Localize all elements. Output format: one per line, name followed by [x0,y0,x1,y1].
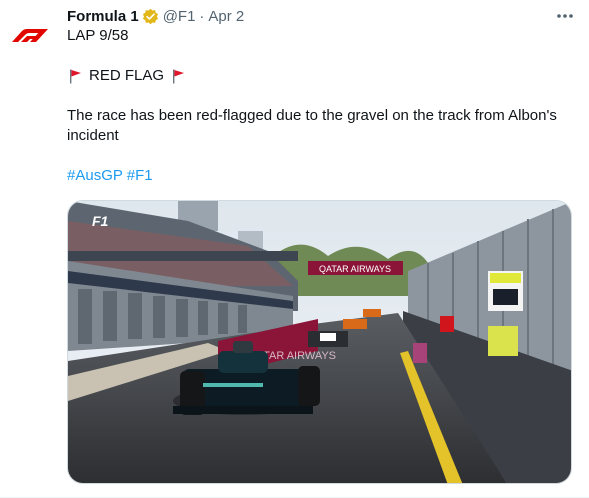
verified-badge-icon [142,8,158,24]
tweet-text-body: The race has been red-flagged due to the… [67,107,557,144]
red-flag-text: RED FLAG [89,67,165,84]
tweet-card[interactable]: Formula 1 @F1 · Apr 2 LAP 9/58 RED FLAG … [0,0,589,498]
hashtag-f1[interactable]: #F1 [127,167,153,184]
f1-logo-icon [12,29,48,42]
banner-text: QATAR AIRWAYS [319,264,391,274]
race-photo: QATAR AIRWAYS QATAR AIRWAYS F1 [68,201,571,483]
author-handle[interactable]: @F1 [163,8,196,25]
tweet-timestamp[interactable]: Apr 2 [208,8,244,25]
hashtag-ausgp[interactable]: #AusGP [67,167,123,184]
more-dots-icon [557,14,573,18]
separator-dot: · [199,7,205,25]
tweet-text-lap: LAP 9/58 [67,27,129,44]
avatar[interactable] [8,16,52,48]
broadcast-logo-text: F1 [92,213,109,229]
red-flag-icon [173,69,185,84]
tweet-header: Formula 1 @F1 · Apr 2 [67,6,244,26]
more-options-button[interactable] [555,6,575,26]
red-flag-icon [70,69,81,84]
hashtag-list: #AusGP #F1 [67,166,577,186]
author-name[interactable]: Formula 1 [67,8,139,25]
tweet-media-image[interactable]: QATAR AIRWAYS QATAR AIRWAYS F1 [67,200,572,484]
tweet-text-red-flag-line: RED FLAG [67,66,577,86]
